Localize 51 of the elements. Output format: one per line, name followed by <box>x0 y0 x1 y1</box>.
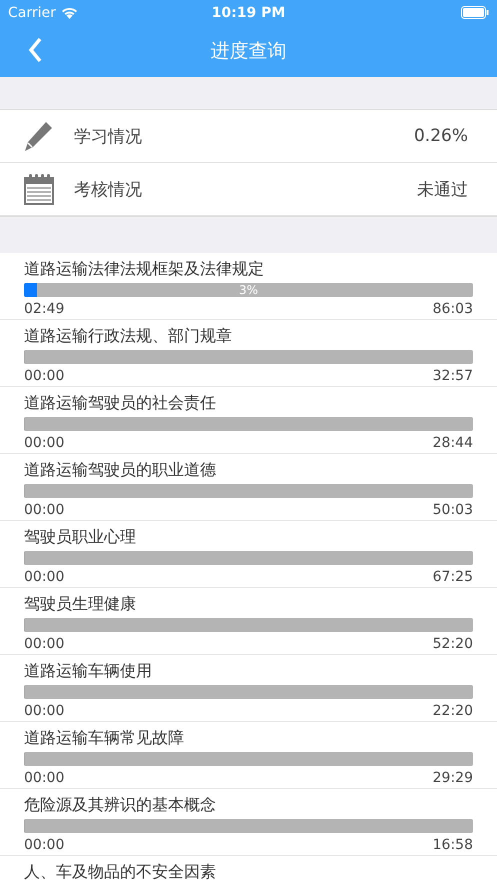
pencil-icon <box>24 120 54 152</box>
course-title: 驾驶员职业心理 <box>24 526 137 548</box>
status-time: 10:19 PM <box>210 4 286 20</box>
total-time: 16:58 <box>432 837 473 853</box>
page-title: 进度查询 <box>210 39 286 64</box>
course-row[interactable]: 驾驶员生理健康 00:00 52:20 <box>0 588 497 655</box>
course-row[interactable]: 道路运输车辆常见故障 00:00 29:29 <box>0 722 497 789</box>
course-row[interactable]: 驾驶员职业心理 00:00 67:25 <box>0 521 497 588</box>
course-row[interactable]: 人、车及物品的不安全因素 <box>0 856 497 883</box>
course-title: 道路运输行政法规、部门规章 <box>24 325 233 347</box>
back-button[interactable] <box>28 37 43 63</box>
course-row[interactable]: 道路运输行政法规、部门规章 00:00 32:57 <box>0 320 497 387</box>
course-row[interactable]: 道路运输驾驶员的职业道德 00:00 50:03 <box>0 454 497 521</box>
course-title: 人、车及物品的不安全因素 <box>24 861 217 883</box>
course-title: 危险源及其辨识的基本概念 <box>24 794 217 816</box>
elapsed-time: 00:00 <box>24 636 64 652</box>
total-time: 86:03 <box>432 301 473 317</box>
notepad-icon <box>24 173 54 205</box>
elapsed-time: 00:00 <box>24 502 64 518</box>
course-row[interactable]: 道路运输车辆使用 00:00 22:20 <box>0 655 497 722</box>
total-time: 52:20 <box>432 636 473 652</box>
course-title: 道路运输驾驶员的职业道德 <box>24 459 217 481</box>
total-time: 50:03 <box>432 502 473 518</box>
elapsed-time: 00:00 <box>24 703 64 719</box>
course-title: 驾驶员生理健康 <box>24 593 137 615</box>
course-title: 道路运输车辆使用 <box>24 660 153 682</box>
elapsed-time: 00:00 <box>24 770 64 786</box>
elapsed-time: 00:00 <box>24 435 64 451</box>
summary-label: 学习情况 <box>74 126 143 148</box>
course-row[interactable]: 危险源及其辨识的基本概念 00:00 16:58 <box>0 789 497 856</box>
summary-label: 考核情况 <box>74 178 143 200</box>
total-time: 32:57 <box>432 368 473 384</box>
total-time: 22:20 <box>432 703 473 719</box>
elapsed-time: 02:49 <box>24 301 64 317</box>
course-title: 道路运输法律法规框架及法律规定 <box>24 258 265 280</box>
carrier-label: Carrier <box>8 4 56 20</box>
total-time: 28:44 <box>432 435 473 451</box>
total-time: 67:25 <box>432 569 473 585</box>
summary-value: 未通过 <box>417 178 468 200</box>
elapsed-time: 00:00 <box>24 569 64 585</box>
elapsed-time: 00:00 <box>24 837 64 853</box>
total-time: 29:29 <box>432 770 473 786</box>
course-title: 道路运输驾驶员的社会责任 <box>24 392 217 414</box>
elapsed-time: 00:00 <box>24 368 64 384</box>
course-title: 道路运输车辆常见故障 <box>24 727 185 749</box>
battery-icon <box>461 6 489 19</box>
course-row[interactable]: 道路运输法律法规框架及法律规定 3% 02:49 86:03 <box>0 253 497 320</box>
summary-value: 0.26% <box>414 126 468 146</box>
progress-percent: 3% <box>238 283 260 297</box>
wifi-icon <box>60 6 78 18</box>
course-row[interactable]: 道路运输驾驶员的社会责任 00:00 28:44 <box>0 387 497 454</box>
